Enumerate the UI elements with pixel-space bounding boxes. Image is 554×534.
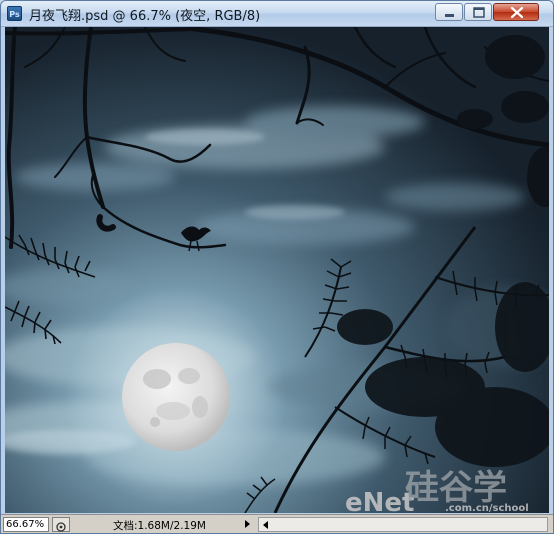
maximize-icon [473,7,485,18]
ps-icon[interactable]: Ps [7,6,22,21]
close-icon [510,6,524,19]
document-size-info[interactable]: 文档:1.68M/2.19M [113,518,206,533]
navigator-icon [56,522,66,532]
svg-text:.com.cn/school: .com.cn/school [445,503,529,513]
title-bar[interactable]: Ps 月夜飞翔.psd @ 66.7% (夜空, RGB/8) [1,1,553,27]
document-canvas[interactable]: eNet 硅谷学 .com.cn/school [5,27,549,513]
triangle-right-icon[interactable] [245,520,250,528]
navigator-button[interactable] [52,517,70,532]
window-title: 月夜飞翔.psd @ 66.7% (夜空, RGB/8) [29,9,261,24]
maximize-button[interactable] [464,3,492,21]
full-moon [122,343,230,451]
status-bar: 66.67% 文档:1.68M/2.19M [1,514,553,533]
svg-text:硅谷学: 硅谷学 [405,468,507,508]
horizontal-scrollbar[interactable] [258,517,548,532]
zoom-input[interactable]: 66.67% [3,517,49,532]
document-window: Ps 月夜飞翔.psd @ 66.7% (夜空, RGB/8) eNet 硅谷学… [0,0,554,534]
minimize-icon [445,14,454,17]
close-button[interactable] [493,3,539,21]
scroll-left-icon[interactable] [263,521,268,529]
night-sky-image: eNet 硅谷学 .com.cn/school [5,27,549,513]
minimize-button[interactable] [435,3,463,21]
